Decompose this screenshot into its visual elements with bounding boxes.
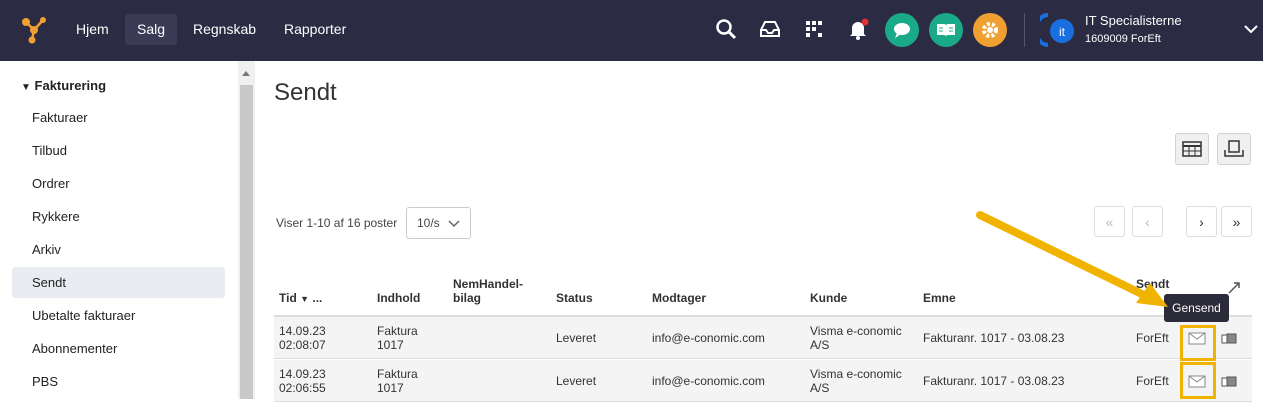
company-sub: 1609009 ForEft — [1085, 33, 1161, 45]
sidebar-item-ubetalte-fakturaer[interactable]: Ubetalte fakturaer — [12, 300, 225, 331]
nav-salg[interactable]: Salg — [125, 14, 178, 45]
sidebar-item-arkiv[interactable]: Arkiv — [12, 234, 225, 265]
view-link-icon[interactable] — [1221, 376, 1237, 388]
row-emne: Fakturanr. 1017 - 03.08.23 — [923, 331, 1065, 345]
row-kunde: Visma e-conomic A/S — [810, 367, 902, 395]
row-modtager: info@e-conomic.com — [652, 331, 765, 345]
highlight-box — [1180, 362, 1216, 399]
sidebar-item-abonnementer[interactable]: Abonnementer — [12, 333, 225, 364]
print-icon — [1224, 140, 1244, 157]
page-title: Sendt — [274, 79, 337, 106]
company-selector[interactable]: IT Specialisterne 1609009 ForEft — [1085, 13, 1182, 47]
per-page-select[interactable]: 10/s — [406, 207, 471, 239]
row-modtager: info@e-conomic.com — [652, 374, 765, 388]
row-status: Leveret — [556, 374, 597, 388]
nemhandel-label-1: NemHandel- — [453, 277, 524, 291]
table-icon — [1182, 141, 1202, 157]
topbar-divider — [1024, 13, 1025, 47]
apps-grid-icon[interactable] — [799, 14, 829, 44]
notification-bell-icon[interactable] — [843, 14, 873, 44]
scroll-up-arrow-icon[interactable] — [242, 71, 250, 76]
row-date: 14.09.23 02:08:07 — [279, 324, 326, 352]
book-icon[interactable] — [929, 13, 963, 47]
table-row[interactable]: 14.09.23 02:08:07 Faktura 1017 Leveret inf… — [274, 317, 1252, 359]
row-status: Leveret — [556, 331, 597, 345]
column-header-nemhandel[interactable]: NemHandel- bilag — [453, 277, 523, 305]
column-header-emne[interactable]: Emne — [923, 291, 956, 305]
print-button[interactable] — [1217, 133, 1251, 165]
tid-label: Tid — [279, 291, 297, 305]
caret-down-icon: ▼ — [21, 82, 31, 93]
nav-rapporter[interactable]: Rapporter — [272, 14, 358, 45]
nemhandel-label-2: bilag — [453, 291, 482, 305]
sidebar-item-fakturaer[interactable]: Fakturaer — [12, 102, 225, 133]
scrollbar-thumb[interactable] — [240, 85, 253, 399]
last-page-button[interactable]: » — [1221, 206, 1252, 237]
chevron-down-icon[interactable] — [1244, 24, 1258, 34]
chevron-down-icon — [448, 220, 460, 228]
top-navigation-bar: Hjem Salg Regnskab Rapporter it IT Speci… — [0, 0, 1263, 61]
per-page-value: 10/s — [417, 216, 440, 230]
sidebar: ▼ Fakturering Fakturaer Tilbud Ordrer Ry… — [0, 61, 238, 399]
row-date: 14.09.23 02:06:55 — [279, 367, 326, 395]
row-sendt: ForEft — [1136, 374, 1169, 388]
highlight-box — [1180, 325, 1216, 361]
chat-icon[interactable] — [885, 13, 919, 47]
table-view-button[interactable] — [1175, 133, 1209, 165]
result-count: Viser 1-10 af 16 poster — [276, 216, 398, 230]
app-logo-icon[interactable] — [18, 14, 50, 46]
row-sendt: ForEft — [1136, 331, 1169, 345]
table-row[interactable]: 14.09.23 02:06:55 Faktura 1017 Leveret inf… — [274, 360, 1252, 402]
row-kunde: Visma e-conomic A/S — [810, 324, 902, 352]
sidebar-scrollbar[interactable] — [238, 61, 255, 399]
sidebar-section-fakturering[interactable]: ▼ Fakturering — [21, 78, 106, 93]
row-indhold: Faktura 1017 — [377, 324, 418, 352]
sidebar-item-ordrer[interactable]: Ordrer — [12, 168, 225, 199]
chevron-right-icon: › — [1199, 213, 1204, 230]
sidebar-item-pbs[interactable]: PBS — [12, 366, 225, 397]
row-emne: Fakturanr. 1017 - 03.08.23 — [923, 374, 1065, 388]
next-page-button[interactable]: › — [1186, 206, 1217, 237]
sidebar-item-rykkere[interactable]: Rykkere — [12, 201, 225, 232]
nav-regnskab[interactable]: Regnskab — [181, 14, 268, 45]
sidebar-item-tilbud[interactable]: Tilbud — [12, 135, 225, 166]
annotation-arrow-icon — [976, 211, 1168, 307]
expand-icon[interactable] — [1227, 281, 1241, 295]
settings-gear-icon[interactable] — [973, 13, 1007, 47]
nav-hjem[interactable]: Hjem — [64, 14, 121, 45]
company-logo-icon[interactable]: it — [1040, 13, 1076, 47]
row-indhold: Faktura 1017 — [377, 367, 418, 395]
tid-more: ... — [312, 291, 323, 305]
search-icon[interactable] — [711, 14, 741, 44]
sidebar-item-sendt[interactable]: Sendt — [12, 267, 225, 298]
column-header-kunde[interactable]: Kunde — [810, 291, 847, 305]
sort-desc-icon: ▼ — [300, 294, 310, 304]
view-link-icon[interactable] — [1221, 333, 1237, 345]
column-header-tid[interactable]: Tid ▼ ... — [279, 291, 322, 306]
column-header-status[interactable]: Status — [556, 291, 593, 305]
column-header-modtager[interactable]: Modtager — [652, 291, 706, 305]
svg-text:it: it — [1059, 25, 1066, 39]
company-name: IT Specialisterne — [1085, 13, 1182, 28]
sidebar-section-label: Fakturering — [34, 78, 107, 93]
inbox-icon[interactable] — [755, 14, 785, 44]
column-header-indhold[interactable]: Indhold — [377, 291, 420, 305]
double-chevron-right-icon: » — [1232, 213, 1241, 230]
